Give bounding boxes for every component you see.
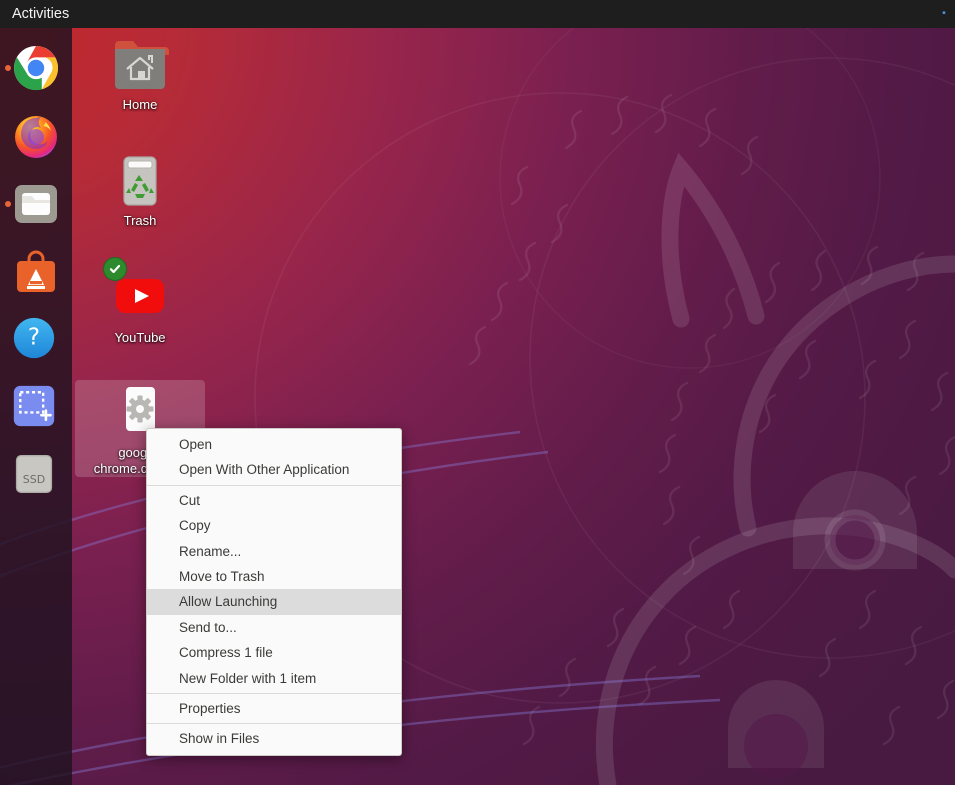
menu-item-open[interactable]: Open (147, 432, 401, 457)
drive-icon: SSD (12, 452, 60, 500)
desktop-screen: Activities (0, 0, 955, 785)
menu-item-open-with-other-application[interactable]: Open With Other Application (147, 457, 401, 482)
youtube-icon (109, 265, 171, 327)
activities-button[interactable]: Activities (0, 0, 79, 28)
svg-text:?: ? (28, 324, 40, 350)
ubuntu-software-icon (12, 248, 60, 296)
desktop-icon-youtube[interactable]: YouTube (75, 265, 205, 346)
drive-label-text: SSD (23, 473, 45, 486)
trash-icon (109, 148, 171, 210)
menu-item-allow-launching[interactable]: Allow Launching (147, 589, 401, 614)
dock-item-ubuntu-software[interactable] (0, 238, 72, 306)
menu-item-move-to-trash[interactable]: Move to Trash (147, 564, 401, 589)
show-applications-icon (12, 384, 60, 432)
menu-item-send-to[interactable]: Send to... (147, 615, 401, 640)
wallpaper-eye (793, 471, 917, 569)
dock-item-help[interactable]: ? (0, 306, 72, 374)
desktop-icon-trash[interactable]: Trash (75, 148, 205, 229)
home-folder-icon (109, 32, 171, 94)
dock: ? SSD (0, 28, 72, 785)
dock-item-files[interactable] (0, 170, 72, 238)
running-indicator-files (5, 201, 11, 207)
menu-item-cut[interactable]: Cut (147, 488, 401, 513)
desktop-icon-label: Home (123, 97, 158, 113)
desktop-icon-label: Trash (124, 213, 157, 229)
menu-item-new-folder-with-items[interactable]: New Folder with 1 item (147, 666, 401, 691)
system-status-area[interactable] (933, 0, 947, 28)
files-icon (12, 180, 60, 228)
menu-item-compress[interactable]: Compress 1 file (147, 640, 401, 665)
dock-item-ssd-volume[interactable]: SSD (0, 442, 72, 510)
top-bar: Activities (0, 0, 955, 28)
context-menu[interactable]: Open Open With Other Application Cut Cop… (146, 428, 402, 756)
menu-separator (147, 723, 401, 724)
check-emblem-icon (103, 257, 127, 281)
status-indicator-icon (933, 7, 947, 21)
desktop-icon-home[interactable]: Home (75, 32, 205, 113)
firefox-icon (12, 112, 60, 160)
menu-item-properties[interactable]: Properties (147, 696, 401, 721)
desktop-icon-label: YouTube (114, 330, 165, 346)
help-icon: ? (12, 316, 60, 364)
dock-item-firefox[interactable] (0, 102, 72, 170)
dock-item-google-chrome[interactable] (0, 34, 72, 102)
menu-item-show-in-files[interactable]: Show in Files (147, 726, 401, 751)
dock-item-show-applications[interactable] (0, 374, 72, 442)
menu-item-rename[interactable]: Rename... (147, 539, 401, 564)
menu-separator (147, 693, 401, 694)
menu-item-copy[interactable]: Copy (147, 513, 401, 538)
chrome-icon (12, 44, 60, 92)
menu-separator (147, 485, 401, 486)
running-indicator-chrome (5, 65, 11, 71)
